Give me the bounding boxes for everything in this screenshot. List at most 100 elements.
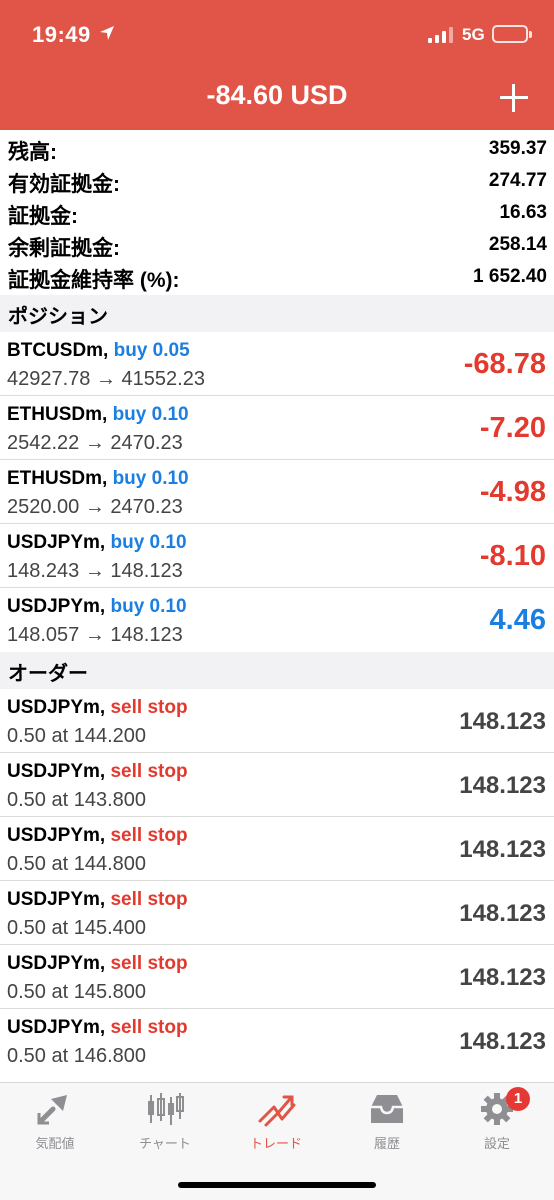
order-type: sell stop xyxy=(110,1017,188,1038)
position-symbol: USDJPYm, xyxy=(7,532,106,553)
tab-label: 気配値 xyxy=(35,1136,75,1151)
order-type: sell stop xyxy=(110,953,188,974)
app-header: 19:49 5G -84.60 USD xyxy=(0,0,554,130)
tab-label: チャート xyxy=(139,1136,191,1151)
summary-label: 残高: xyxy=(8,141,57,164)
position-side: buy 0.10 xyxy=(110,532,187,553)
summary-value: 258.14 xyxy=(488,234,547,255)
order-row[interactable]: USDJPYm, sell stop 0.50 at 144.800 148.1… xyxy=(0,817,554,881)
summary-label: 証拠金維持率 (%): xyxy=(8,269,180,292)
summary-value: 16.63 xyxy=(499,202,547,223)
summary-row: 有効証拠金: 274.77 xyxy=(0,165,554,197)
order-symbol: USDJPYm, xyxy=(7,697,106,718)
position-row[interactable]: ETHUSDm, buy 0.10 2520.00 → 2470.23 -4.9… xyxy=(0,460,554,524)
position-prices: 2520.00 → 2470.23 xyxy=(7,496,183,518)
position-row[interactable]: BTCUSDm, buy 0.05 42927.78 → 41552.23 -6… xyxy=(0,332,554,396)
order-current-price: 148.123 xyxy=(459,900,546,927)
position-side: buy 0.10 xyxy=(112,468,189,489)
order-current-price: 148.123 xyxy=(459,1028,546,1055)
position-symbol: ETHUSDm, xyxy=(7,404,108,425)
order-current-price: 148.123 xyxy=(459,772,546,799)
order-title: USDJPYm, sell stop xyxy=(7,953,188,975)
tab-chart[interactable]: チャート xyxy=(110,1091,220,1153)
position-side: buy 0.05 xyxy=(113,340,190,361)
orders-list: USDJPYm, sell stop 0.50 at 144.200 148.1… xyxy=(0,689,554,1073)
summary-label: 余剰証拠金: xyxy=(8,237,120,260)
order-detail: 0.50 at 146.800 xyxy=(7,1045,147,1067)
battery-icon xyxy=(492,25,532,43)
position-profit: -7.20 xyxy=(479,412,546,444)
candlestick-chart-icon xyxy=(148,1093,184,1125)
inbox-tray-icon xyxy=(371,1095,403,1123)
trade-icon xyxy=(258,1095,296,1127)
order-current-price: 148.123 xyxy=(459,836,546,863)
order-symbol: USDJPYm, xyxy=(7,1017,106,1038)
tab-trade[interactable]: トレード xyxy=(221,1091,331,1153)
location-arrow-icon xyxy=(100,26,114,40)
order-row[interactable]: USDJPYm, sell stop 0.50 at 143.800 148.1… xyxy=(0,753,554,817)
position-profit: 4.46 xyxy=(489,604,546,636)
position-title: USDJPYm, buy 0.10 xyxy=(7,532,187,554)
position-profit: -4.98 xyxy=(479,476,546,508)
position-prices: 2542.22 → 2470.23 xyxy=(7,432,183,454)
order-title: USDJPYm, sell stop xyxy=(7,697,188,719)
summary-label: 有効証拠金: xyxy=(8,173,120,196)
summary-label: 証拠金: xyxy=(8,205,78,228)
summary-value: 359.37 xyxy=(488,138,547,159)
position-prices: 42927.78 → 41552.23 xyxy=(7,368,205,390)
order-detail: 0.50 at 143.800 xyxy=(7,789,147,811)
order-title: USDJPYm, sell stop xyxy=(7,761,188,783)
position-title: ETHUSDm, buy 0.10 xyxy=(7,468,189,490)
account-summary: 残高: 359.37 有効証拠金: 274.77 証拠金: 16.63 余剰証拠… xyxy=(0,133,554,293)
position-symbol: ETHUSDm, xyxy=(7,468,108,489)
position-symbol: USDJPYm, xyxy=(7,596,106,617)
tab-settings[interactable]: 1 設定 xyxy=(442,1087,552,1153)
order-detail: 0.50 at 144.200 xyxy=(7,725,147,747)
position-title: USDJPYm, buy 0.10 xyxy=(7,596,187,618)
order-symbol: USDJPYm, xyxy=(7,761,106,782)
tab-history[interactable]: 履歴 xyxy=(332,1091,442,1153)
home-indicator xyxy=(178,1182,376,1188)
add-order-button[interactable] xyxy=(498,82,530,114)
position-title: BTCUSDm, buy 0.05 xyxy=(7,340,190,362)
status-time: 19:49 xyxy=(32,22,91,47)
order-symbol: USDJPYm, xyxy=(7,889,106,910)
position-row[interactable]: USDJPYm, buy 0.10 148.243 → 148.123 -8.1… xyxy=(0,524,554,588)
position-side: buy 0.10 xyxy=(112,404,189,425)
position-row[interactable]: USDJPYm, buy 0.10 148.057 → 148.123 4.46 xyxy=(0,588,554,652)
tab-label: 設定 xyxy=(483,1136,510,1151)
order-title: USDJPYm, sell stop xyxy=(7,1017,188,1039)
order-detail: 0.50 at 145.800 xyxy=(7,981,147,1003)
position-profit: -68.78 xyxy=(463,348,546,380)
order-current-price: 148.123 xyxy=(459,708,546,735)
cellular-signal-icon xyxy=(428,27,453,43)
tab-label: 履歴 xyxy=(373,1136,400,1151)
orders-section-header: オーダー xyxy=(0,652,554,689)
order-row[interactable]: USDJPYm, sell stop 0.50 at 146.800 148.1… xyxy=(0,1009,554,1073)
position-symbol: BTCUSDm, xyxy=(7,340,109,361)
position-row[interactable]: ETHUSDm, buy 0.10 2542.22 → 2470.23 -7.2… xyxy=(0,396,554,460)
tab-quotes[interactable]: 気配値 xyxy=(0,1091,110,1153)
network-type: 5G xyxy=(462,25,485,44)
order-type: sell stop xyxy=(110,697,188,718)
position-side: buy 0.10 xyxy=(110,596,187,617)
quotes-icon xyxy=(37,1095,67,1125)
settings-notification-badge: 1 xyxy=(506,1087,530,1111)
order-symbol: USDJPYm, xyxy=(7,953,106,974)
summary-row: 余剰証拠金: 258.14 xyxy=(0,229,554,261)
summary-value: 274.77 xyxy=(488,170,547,191)
page-title: -84.60 USD xyxy=(206,80,348,110)
order-detail: 0.50 at 145.400 xyxy=(7,917,147,939)
position-title: ETHUSDm, buy 0.10 xyxy=(7,404,189,426)
order-type: sell stop xyxy=(110,889,188,910)
position-prices: 148.057 → 148.123 xyxy=(7,624,183,646)
order-row[interactable]: USDJPYm, sell stop 0.50 at 145.800 148.1… xyxy=(0,945,554,1009)
positions-section-header: ポジション xyxy=(0,295,554,332)
order-title: USDJPYm, sell stop xyxy=(7,889,188,911)
order-row[interactable]: USDJPYm, sell stop 0.50 at 144.200 148.1… xyxy=(0,689,554,753)
status-bar: 19:49 5G xyxy=(0,0,554,70)
summary-row: 証拠金維持率 (%): 1 652.40 xyxy=(0,261,554,293)
order-row[interactable]: USDJPYm, sell stop 0.50 at 145.400 148.1… xyxy=(0,881,554,945)
order-symbol: USDJPYm, xyxy=(7,825,106,846)
summary-row: 証拠金: 16.63 xyxy=(0,197,554,229)
